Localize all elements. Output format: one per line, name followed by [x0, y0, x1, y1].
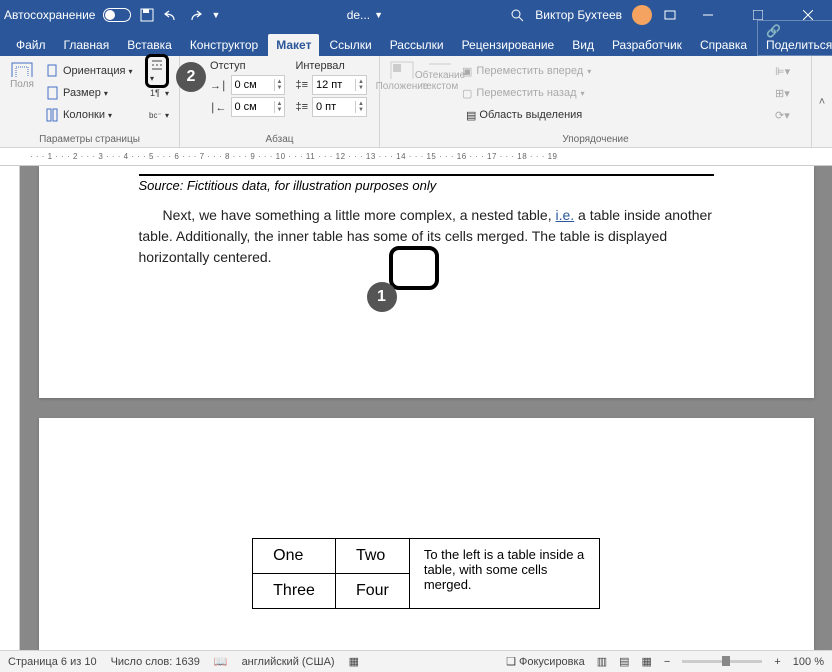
- inner-cell-one[interactable]: One: [253, 539, 335, 574]
- line-numbers-button[interactable]: 1¶▾: [145, 82, 173, 104]
- columns-button[interactable]: Колонки▾: [42, 104, 141, 126]
- spacing-before-input[interactable]: ▲▼: [312, 75, 367, 95]
- selection-pane-icon: ▤: [466, 109, 476, 122]
- zoom-slider[interactable]: [682, 660, 762, 663]
- indent-label: Отступ: [210, 60, 285, 72]
- arrange-group-label: Упорядочение: [380, 134, 811, 145]
- tab-view[interactable]: Вид: [564, 34, 602, 56]
- svg-text:bc⁻: bc⁻: [149, 111, 162, 120]
- search-icon[interactable]: [509, 7, 525, 23]
- macro-icon[interactable]: ▦: [349, 655, 359, 668]
- redo-icon[interactable]: [187, 7, 203, 23]
- tab-review[interactable]: Рецензирование: [454, 34, 563, 56]
- inner-cell-four[interactable]: Four: [335, 574, 408, 609]
- ribbon-display-icon[interactable]: [662, 7, 678, 23]
- position-button: Положение: [386, 60, 418, 92]
- ie-link[interactable]: i.e.: [555, 207, 574, 223]
- group-button: ⊞▾: [775, 82, 805, 104]
- zoom-level[interactable]: 100 %: [793, 656, 824, 668]
- ribbon-tabs: Файл Главная Вставка Конструктор Макет С…: [0, 30, 832, 56]
- spellcheck-icon[interactable]: 📖: [214, 655, 228, 668]
- print-layout-icon[interactable]: ▤: [619, 655, 629, 668]
- collapse-ribbon-icon[interactable]: ˄: [812, 56, 832, 147]
- source-line: Source: Fictitious data, for illustratio…: [139, 174, 714, 193]
- inner-cell-two[interactable]: Two: [335, 539, 408, 574]
- document-title: de...: [347, 8, 370, 22]
- tab-design[interactable]: Конструктор: [182, 34, 266, 56]
- align-button: ⊫▾: [775, 60, 805, 82]
- page-1[interactable]: Source: Fictitious data, for illustratio…: [39, 166, 814, 398]
- autosave-toggle[interactable]: [103, 8, 131, 22]
- size-icon: [46, 86, 60, 100]
- tab-file[interactable]: Файл: [8, 34, 54, 56]
- spacing-label: Интервал: [295, 60, 367, 72]
- nested-table-real[interactable]: OneTwo ThreeFour To the left is a table …: [252, 538, 600, 609]
- indent-left-icon: →∣: [210, 79, 227, 92]
- indent-left-input[interactable]: ▲▼: [231, 75, 286, 95]
- bring-forward-button: ▣ Переместить вперед ▾: [462, 60, 769, 82]
- bring-forward-icon: ▣: [462, 65, 472, 78]
- ribbon: Поля Ориентация▾ Размер▾ Колонки▾ ▾ 1¶▾: [0, 56, 832, 148]
- indent-right-input[interactable]: ▲▼: [231, 97, 286, 117]
- autosave-label: Автосохранение: [4, 8, 95, 22]
- orientation-icon: [46, 64, 60, 78]
- save-icon[interactable]: [139, 7, 155, 23]
- document-area: Source: Fictitious data, for illustratio…: [0, 166, 832, 650]
- language-indicator[interactable]: английский (США): [242, 656, 335, 668]
- document-scroll[interactable]: Source: Fictitious data, for illustratio…: [20, 166, 832, 650]
- send-backward-button: ▢ Переместить назад ▾: [462, 82, 769, 104]
- avatar[interactable]: [632, 5, 652, 25]
- send-backward-icon: ▢: [462, 87, 472, 100]
- paragraph-group-label: Абзац: [180, 134, 379, 145]
- spacing-after-icon: ‡≡: [295, 101, 308, 113]
- breaks-icon: [150, 58, 164, 72]
- user-name: Виктор Бухтеев: [535, 8, 622, 22]
- read-mode-icon[interactable]: ▥: [597, 655, 607, 668]
- share-icon: 🔗: [766, 24, 781, 38]
- minimize-button[interactable]: [688, 0, 728, 30]
- vertical-ruler[interactable]: [0, 166, 20, 650]
- margins-button[interactable]: Поля: [6, 60, 38, 92]
- undo-icon[interactable]: [163, 7, 179, 23]
- callout-1: 1: [367, 282, 397, 312]
- orientation-button[interactable]: Ориентация▾: [42, 60, 141, 82]
- inner-cell-three[interactable]: Three: [253, 574, 335, 609]
- horizontal-ruler[interactable]: · · · 1 · · · 2 · · · 3 · · · 4 · · · 5 …: [0, 148, 832, 166]
- word-count[interactable]: Число слов: 1639: [111, 656, 200, 668]
- callout-2: 2: [176, 62, 206, 92]
- size-button[interactable]: Размер▾: [42, 82, 141, 104]
- focus-mode-button[interactable]: ❑ Фокусировка: [506, 655, 585, 668]
- columns-icon: [46, 108, 60, 122]
- breaks-button[interactable]: ▾: [145, 54, 169, 88]
- spacing-after-input[interactable]: ▲▼: [312, 97, 367, 117]
- hyphenation-button[interactable]: bc⁻▾: [145, 104, 173, 126]
- web-layout-icon[interactable]: ▦: [642, 655, 652, 668]
- page-setup-group-label: Параметры страницы: [0, 134, 179, 145]
- tab-developer[interactable]: Разработчик: [604, 34, 690, 56]
- qat-dropdown-icon[interactable]: ▼: [211, 10, 220, 20]
- title-dropdown-icon[interactable]: ▼: [374, 10, 383, 20]
- tab-home[interactable]: Главная: [56, 34, 118, 56]
- highlight-cursor-box: [389, 246, 439, 290]
- tab-mailings[interactable]: Рассылки: [382, 34, 452, 56]
- status-bar: Страница 6 из 10 Число слов: 1639 📖 англ…: [0, 650, 832, 672]
- page-2[interactable]: OneTwo Four To the left is a table insid…: [39, 418, 814, 650]
- rotate-button: ⟳▾: [775, 104, 805, 126]
- indent-right-icon: ∣←: [210, 101, 227, 114]
- selection-pane-button[interactable]: ▤ Область выделения: [462, 104, 769, 126]
- outer-cell-description[interactable]: To the left is a table inside a table, w…: [409, 539, 599, 609]
- tab-references[interactable]: Ссылки: [321, 34, 379, 56]
- spacing-before-icon: ‡≡: [295, 79, 308, 91]
- tab-layout[interactable]: Макет: [268, 34, 319, 56]
- tab-help[interactable]: Справка: [692, 34, 755, 56]
- zoom-out-button[interactable]: −: [664, 656, 670, 668]
- svg-text:1¶: 1¶: [150, 88, 160, 98]
- tab-insert[interactable]: Вставка: [119, 34, 180, 56]
- page-indicator[interactable]: Страница 6 из 10: [8, 656, 97, 668]
- wrap-text-button: Обтекание текстом: [424, 60, 456, 92]
- title-bar: Автосохранение ▼ de... ▼ Виктор Бухтеев: [0, 0, 832, 30]
- zoom-in-button[interactable]: +: [774, 656, 780, 668]
- share-button[interactable]: 🔗 Поделиться: [757, 20, 832, 56]
